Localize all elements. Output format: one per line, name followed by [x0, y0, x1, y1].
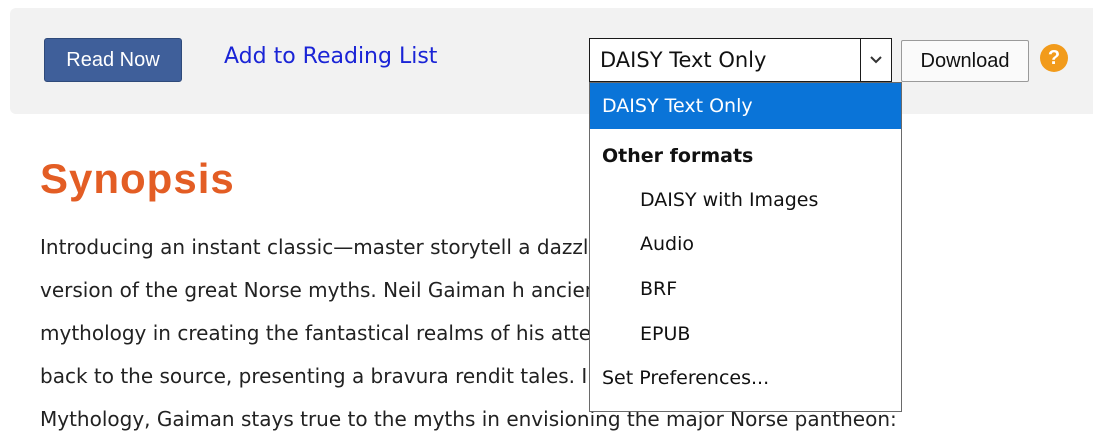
dropdown-option-daisy-text[interactable]: DAISY Text Only — [590, 83, 901, 129]
synopsis-heading: Synopsis — [40, 155, 235, 202]
dropdown-option-set-preferences[interactable]: Set Preferences... — [602, 367, 769, 389]
download-button[interactable]: Download — [901, 40, 1029, 82]
format-dropdown-list: DAISY Text Only Other formats DAISY with… — [589, 82, 902, 412]
synopsis-text: Introducing an instant classic—master st… — [40, 226, 1090, 441]
add-to-reading-list-link[interactable]: Add to Reading List — [224, 44, 437, 69]
format-select-value: DAISY Text Only — [600, 48, 767, 72]
synopsis-line: Mythology, Gaiman stays true to the myth… — [40, 407, 897, 431]
dropdown-option-brf[interactable]: BRF — [640, 278, 677, 300]
synopsis-line: version of the great Norse myths. Neil G… — [40, 278, 606, 302]
dropdown-option-audio[interactable]: Audio — [640, 233, 694, 255]
dropdown-group-other-formats: Other formats — [602, 145, 754, 167]
chevron-down-icon[interactable] — [860, 38, 892, 82]
dropdown-option-epub[interactable]: EPUB — [640, 323, 690, 345]
format-select[interactable]: DAISY Text Only — [589, 38, 892, 82]
read-now-button[interactable]: Read Now — [44, 38, 182, 82]
dropdown-option-daisy-images[interactable]: DAISY with Images — [640, 189, 818, 211]
help-icon[interactable]: ? — [1040, 44, 1068, 72]
synopsis-line: back to the source, presenting a bravura… — [40, 364, 665, 388]
synopsis-line: Introducing an instant classic—master st… — [40, 235, 620, 259]
synopsis-line: mythology in creating the fantastical re… — [40, 321, 643, 345]
